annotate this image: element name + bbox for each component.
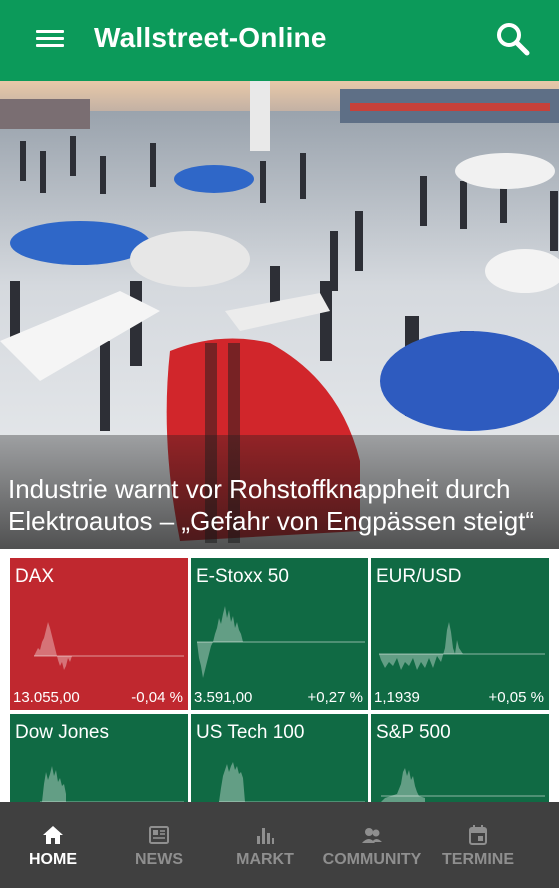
tile-name: Dow Jones	[15, 722, 109, 743]
market-tile-dow-jones[interactable]: Dow Jones	[10, 714, 188, 802]
tile-price: 1,1939	[374, 689, 420, 706]
calendar-icon	[469, 825, 487, 845]
hero-caption-overlay: Industrie warnt vor Rohstoffknappheit du…	[0, 435, 559, 549]
app-title: Wallstreet-Online	[94, 22, 327, 53]
tile-name: EUR/USD	[376, 566, 462, 587]
nav-label: TERMINE	[442, 851, 514, 868]
people-icon	[362, 828, 382, 843]
nav-termine[interactable]: TERMINE	[430, 802, 526, 888]
market-tile-sp500[interactable]: S&P 500	[371, 714, 549, 802]
tile-price: 3.591,00	[194, 689, 253, 706]
nav-community[interactable]: COMMUNITY	[318, 802, 426, 888]
market-tiles: DAX 13.055,00 -0,04 % E-Stoxx 50 3.591,0…	[0, 549, 559, 802]
market-tile-us-tech-100[interactable]: US Tech 100	[191, 714, 368, 802]
market-tile-dax[interactable]: DAX 13.055,00 -0,04 %	[10, 558, 188, 710]
hamburger-menu-icon[interactable]	[36, 26, 64, 50]
tile-change: -0,04 %	[131, 689, 183, 706]
nav-news[interactable]: NEWS	[111, 802, 207, 888]
app-bar: Wallstreet-Online	[0, 0, 559, 81]
market-tile-eurusd[interactable]: EUR/USD 1,1939 +0,05 %	[371, 558, 549, 710]
nav-label: HOME	[29, 851, 77, 868]
tile-name: US Tech 100	[196, 722, 305, 743]
tile-price: 13.055,00	[13, 689, 80, 706]
nav-label: NEWS	[135, 851, 183, 868]
tile-name: DAX	[15, 566, 55, 587]
tile-name: E-Stoxx 50	[196, 566, 289, 587]
market-tile-estoxx50[interactable]: E-Stoxx 50 3.591,00 +0,27 %	[191, 558, 368, 710]
tile-change: +0,27 %	[307, 689, 363, 706]
search-icon[interactable]	[494, 20, 532, 58]
bar-chart-icon	[257, 828, 274, 844]
nav-label: COMMUNITY	[322, 851, 422, 868]
home-icon	[43, 826, 63, 844]
tile-change: +0,05 %	[488, 689, 544, 706]
bottom-navigation: HOME NEWS MARKT COMMUNITY TERMINE	[0, 802, 559, 888]
nav-label: MARKT	[236, 851, 294, 868]
nav-home[interactable]: HOME	[5, 802, 101, 888]
hero-article[interactable]: Industrie warnt vor Rohstoffknappheit du…	[0, 81, 559, 549]
tile-name: S&P 500	[376, 722, 451, 743]
nav-markt[interactable]: MARKT	[216, 802, 314, 888]
newspaper-icon	[149, 826, 169, 844]
hero-headline[interactable]: Industrie warnt vor Rohstoffknappheit du…	[8, 473, 548, 537]
